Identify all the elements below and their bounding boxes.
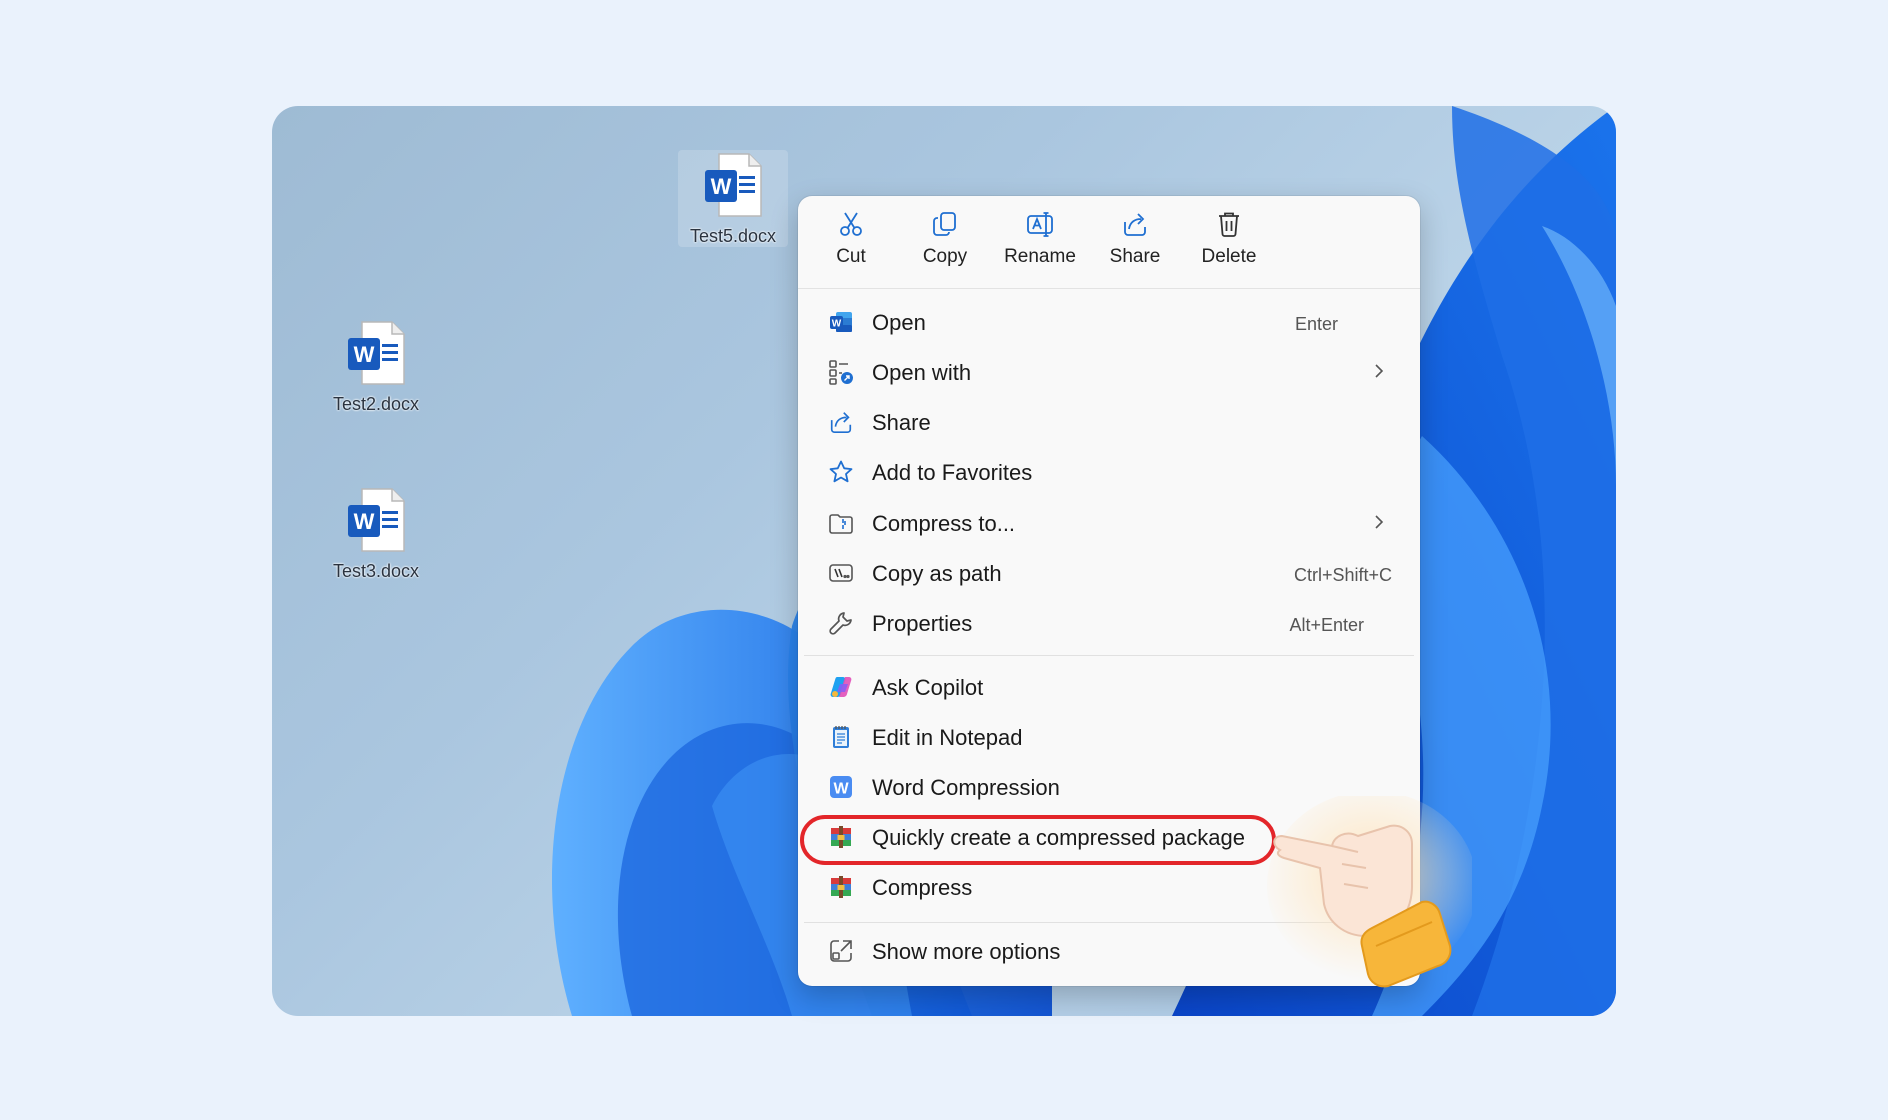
menu-item-properties[interactable]: Properties Alt+Enter bbox=[804, 599, 1414, 647]
word-icon-glyph: W bbox=[711, 174, 732, 199]
copy-button[interactable]: Copy bbox=[900, 210, 990, 278]
desktop-icon-label: Test2.docx bbox=[332, 394, 420, 414]
rename-label: Rename bbox=[1004, 246, 1076, 267]
menu-item-label: Open with bbox=[872, 360, 972, 385]
word-document-icon: W bbox=[348, 488, 405, 552]
menu-item-label: Edit in Notepad bbox=[872, 725, 1023, 750]
zip-folder-icon bbox=[829, 514, 853, 534]
cut-button[interactable]: Cut bbox=[806, 210, 896, 278]
menu-item-add-to-favorites[interactable]: Add to Favorites bbox=[804, 448, 1414, 496]
menu-item-open[interactable]: W Open Enter bbox=[804, 298, 1414, 346]
copilot-icon bbox=[830, 677, 852, 697]
menu-item-ask-copilot[interactable]: Ask Copilot bbox=[804, 663, 1414, 711]
menu-item-label: Compress to... bbox=[872, 511, 1016, 536]
desktop-icon-test5[interactable]: W Test5.docx bbox=[678, 150, 788, 247]
notepad-icon bbox=[833, 726, 849, 748]
svg-text:W: W bbox=[832, 319, 842, 330]
word-document-icon: W bbox=[705, 153, 762, 217]
menu-item-copy-as-path[interactable]: Copy as path Ctrl+Shift+C bbox=[804, 549, 1414, 597]
archive-icon bbox=[831, 876, 851, 898]
menu-item-label: Copy as path bbox=[872, 561, 1002, 586]
desktop-icon-test2[interactable]: W Test2.docx bbox=[321, 318, 431, 415]
pointing-hand-icon bbox=[1267, 796, 1472, 988]
word-compression-icon: W bbox=[830, 776, 852, 798]
share-icon bbox=[1124, 213, 1146, 236]
open-with-icon bbox=[829, 360, 853, 385]
desktop-icon-label: Test3.docx bbox=[332, 561, 420, 581]
path-icon bbox=[829, 564, 853, 582]
context-menu-toolbar: Cut Copy Rename Share Delete bbox=[798, 196, 1420, 289]
chevron-right-icon bbox=[1375, 364, 1384, 378]
menu-item-share[interactable]: Share bbox=[804, 398, 1414, 446]
desktop-icon-label: Test5.docx bbox=[689, 226, 777, 246]
shortcut-hint: Alt+Enter bbox=[1289, 615, 1364, 635]
menu-item-label: Share bbox=[872, 410, 931, 435]
rename-icon bbox=[1027, 212, 1053, 237]
menu-item-open-with[interactable]: Open with bbox=[804, 348, 1414, 396]
menu-item-label: Properties bbox=[872, 611, 973, 636]
word-icon: W bbox=[830, 312, 852, 332]
cut-label: Cut bbox=[836, 246, 866, 267]
word-icon-glyph: W bbox=[354, 342, 375, 367]
menu-separator bbox=[804, 655, 1414, 656]
delete-button[interactable]: Delete bbox=[1184, 210, 1274, 278]
menu-item-compress-to[interactable]: Compress to... bbox=[804, 499, 1414, 547]
menu-item-label: Word Compression bbox=[872, 775, 1060, 800]
menu-item-label: Show more options bbox=[872, 939, 1061, 964]
copy-icon bbox=[933, 212, 956, 236]
wrench-icon bbox=[829, 612, 852, 635]
copy-label: Copy bbox=[922, 246, 968, 267]
more-options-icon bbox=[830, 940, 852, 962]
chevron-right-icon bbox=[1375, 515, 1384, 529]
menu-item-label: Compress bbox=[872, 875, 973, 900]
share-label: Share bbox=[1109, 246, 1161, 267]
word-icon-glyph: W bbox=[354, 509, 375, 534]
menu-item-label: Add to Favorites bbox=[872, 460, 1033, 485]
shortcut-hint: Ctrl+Shift+C bbox=[1293, 565, 1392, 585]
menu-item-edit-in-notepad[interactable]: Edit in Notepad bbox=[804, 713, 1414, 761]
delete-label: Delete bbox=[1201, 246, 1257, 267]
scissors-icon bbox=[840, 212, 862, 236]
star-icon bbox=[829, 460, 853, 483]
trash-icon bbox=[1219, 212, 1239, 237]
shortcut-hint: Enter bbox=[1294, 314, 1338, 334]
share-button[interactable]: Share bbox=[1090, 210, 1180, 278]
share-icon bbox=[830, 412, 852, 434]
highlight-ring bbox=[800, 815, 1276, 865]
rename-button[interactable]: Rename bbox=[995, 210, 1085, 278]
menu-item-label: Ask Copilot bbox=[872, 675, 984, 700]
word-document-icon: W bbox=[348, 321, 405, 385]
desktop-icon-test3[interactable]: W Test3.docx bbox=[321, 485, 431, 582]
svg-text:W: W bbox=[833, 781, 849, 798]
menu-item-label: Open bbox=[872, 310, 926, 335]
